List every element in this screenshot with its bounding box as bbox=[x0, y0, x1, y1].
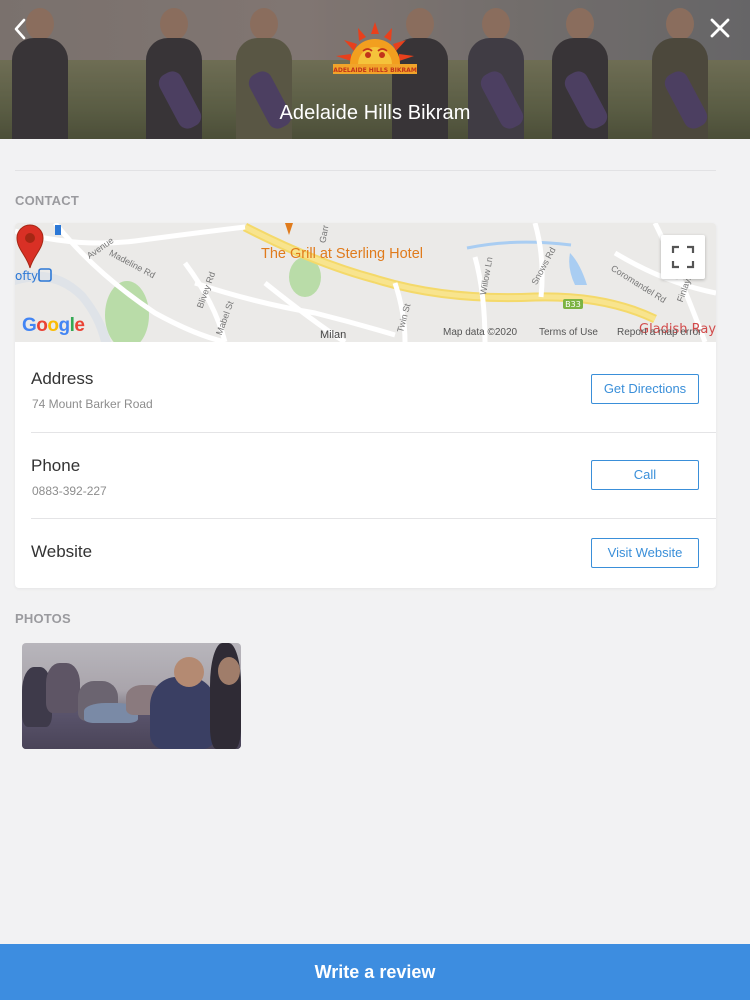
photo-thumbnail[interactable] bbox=[22, 643, 241, 749]
page-title: Adelaide Hills Bikram bbox=[279, 102, 471, 124]
phone-row: Phone 0883-392-227 Call bbox=[31, 433, 716, 518]
address-value: 74 Mount Barker Road bbox=[32, 397, 153, 411]
map-terms-link[interactable]: Terms of Use bbox=[539, 327, 598, 338]
studio-logo: ADELAIDE HILLS BIKRAM bbox=[330, 20, 420, 78]
header-banner: ADELAIDE HILLS BIKRAM Adelaide Hills Bik… bbox=[0, 0, 750, 139]
call-button[interactable]: Call bbox=[591, 460, 699, 490]
map-roads: B33 ofty Gladish Ray bbox=[15, 223, 716, 342]
address-title: Address bbox=[31, 369, 94, 388]
map-report-error-link[interactable]: Report a map error bbox=[617, 327, 701, 338]
back-button[interactable] bbox=[8, 14, 34, 44]
phone-value[interactable]: 0883-392-227 bbox=[32, 484, 107, 498]
visit-website-button[interactable]: Visit Website bbox=[591, 538, 699, 568]
map-data-attribution: Map data ©2020 bbox=[443, 327, 518, 338]
map-street-label: Milan bbox=[320, 329, 347, 341]
map-fullscreen-button[interactable] bbox=[661, 235, 705, 279]
fullscreen-icon bbox=[671, 245, 695, 269]
website-row: Website Visit Website bbox=[31, 519, 716, 588]
write-review-button[interactable]: Write a review bbox=[0, 944, 750, 1000]
map-place-label[interactable]: The Grill at Sterling Hotel bbox=[261, 246, 423, 262]
chevron-left-icon bbox=[14, 18, 26, 40]
google-logo: Google bbox=[22, 315, 85, 336]
close-icon bbox=[710, 18, 730, 38]
divider bbox=[15, 170, 716, 171]
location-map[interactable]: B33 ofty Gladish Ray Avenue Madeline Rd … bbox=[15, 223, 716, 342]
address-row: Address 74 Mount Barker Road Get Directi… bbox=[31, 342, 716, 432]
road-shield-label: B33 bbox=[565, 300, 581, 309]
logo-text: ADELAIDE HILLS BIKRAM bbox=[333, 67, 417, 74]
map-left-label: ofty bbox=[15, 269, 38, 283]
website-title: Website bbox=[31, 542, 93, 561]
section-label-contact: CONTACT bbox=[15, 193, 79, 208]
map-pin-icon[interactable] bbox=[15, 223, 45, 269]
phone-title: Phone bbox=[31, 456, 81, 475]
section-label-photos: PHOTOS bbox=[15, 611, 71, 626]
get-directions-button[interactable]: Get Directions bbox=[591, 374, 699, 404]
close-button[interactable] bbox=[706, 14, 734, 42]
contact-card: B33 ofty Gladish Ray Avenue Madeline Rd … bbox=[15, 223, 716, 588]
